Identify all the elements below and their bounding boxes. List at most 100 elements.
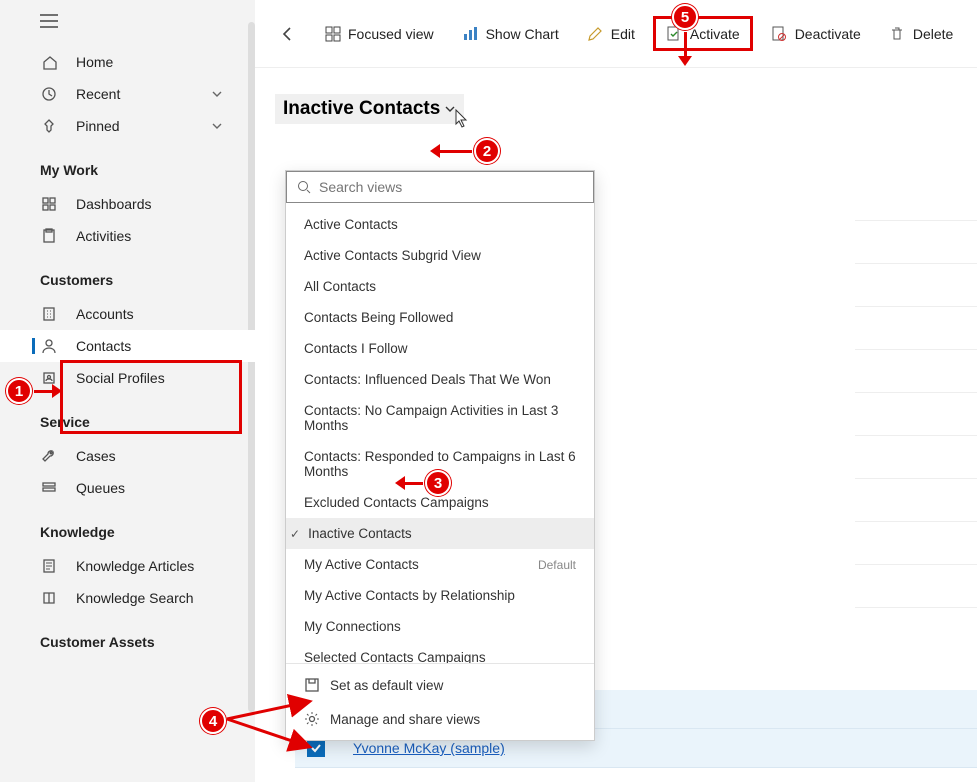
nav-label: Home bbox=[76, 54, 113, 70]
view-option-label: Contacts: No Campaign Activities in Last… bbox=[304, 403, 576, 433]
nav-social profiles[interactable]: Social Profiles bbox=[0, 362, 255, 394]
nav-recent[interactable]: Recent bbox=[0, 78, 255, 110]
nav-accounts[interactable]: Accounts bbox=[0, 298, 255, 330]
activate-label: Activate bbox=[690, 26, 740, 42]
view-option[interactable]: Selected Contacts Campaigns bbox=[286, 642, 594, 663]
view-option-label: Contacts Being Followed bbox=[304, 310, 453, 325]
doc-icon bbox=[40, 558, 58, 574]
dashboard-icon bbox=[40, 196, 58, 212]
save-icon bbox=[304, 677, 320, 693]
hamburger-menu[interactable] bbox=[0, 14, 255, 46]
back-button[interactable] bbox=[269, 19, 306, 48]
deactivate-button[interactable]: Deactivate bbox=[761, 19, 871, 48]
edit-button[interactable]: Edit bbox=[577, 19, 645, 48]
chevron-down-icon bbox=[211, 120, 223, 132]
nav-label: Activities bbox=[76, 228, 131, 244]
nav-label: Accounts bbox=[76, 306, 134, 322]
nav-label: Pinned bbox=[76, 118, 120, 134]
person-icon bbox=[40, 338, 58, 354]
search-icon bbox=[297, 180, 311, 194]
view-search[interactable] bbox=[286, 171, 594, 203]
view-option-label: Active Contacts bbox=[304, 217, 398, 232]
activate-button[interactable]: Activate bbox=[653, 16, 753, 51]
view-option[interactable]: Contacts: Influenced Deals That We Won bbox=[286, 364, 594, 395]
view-option-label: My Connections bbox=[304, 619, 401, 634]
delete-label: Delete bbox=[913, 26, 953, 42]
sidebar: Home Recent Pinned My Work Dashboards Ac… bbox=[0, 0, 255, 782]
section-customer assets: Customer Assets bbox=[0, 614, 255, 660]
deactivate-label: Deactivate bbox=[795, 26, 861, 42]
view-option-label: My Active Contacts by Relationship bbox=[304, 588, 515, 603]
view-option-label: Inactive Contacts bbox=[308, 526, 412, 541]
view-footer-label: Manage and share views bbox=[330, 712, 480, 727]
view-option[interactable]: Active Contacts Subgrid View bbox=[286, 240, 594, 271]
view-option-label: My Active Contacts bbox=[304, 557, 419, 572]
view-option[interactable]: All Contacts bbox=[286, 271, 594, 302]
view-footer-action[interactable]: Set as default view bbox=[286, 668, 594, 702]
section-my work: My Work bbox=[0, 142, 255, 188]
view-option[interactable]: Contacts I Follow bbox=[286, 333, 594, 364]
building-icon bbox=[40, 306, 58, 322]
focused-view-label: Focused view bbox=[348, 26, 434, 42]
home-icon bbox=[40, 54, 58, 70]
view-option-label: Contacts: Influenced Deals That We Won bbox=[304, 372, 551, 387]
nav-knowledge articles[interactable]: Knowledge Articles bbox=[0, 550, 255, 582]
view-option[interactable]: My Active Contacts Default bbox=[286, 549, 594, 580]
badge-icon bbox=[40, 370, 58, 386]
view-option-label: Excluded Contacts Campaigns bbox=[304, 495, 489, 510]
nav-label: Social Profiles bbox=[76, 370, 165, 386]
view-option[interactable]: Contacts: No Campaign Activities in Last… bbox=[286, 395, 594, 441]
nav-activities[interactable]: Activities bbox=[0, 220, 255, 252]
show-chart-label: Show Chart bbox=[486, 26, 559, 42]
show-chart-button[interactable]: Show Chart bbox=[452, 19, 569, 48]
view-dropdown: Active Contacts Active Contacts Subgrid … bbox=[285, 170, 595, 741]
nav-label: Knowledge Articles bbox=[76, 558, 194, 574]
section-service: Service bbox=[0, 394, 255, 440]
nav-label: Cases bbox=[76, 448, 116, 464]
view-option[interactable]: Contacts: Responded to Campaigns in Last… bbox=[286, 441, 594, 487]
view-option-label: Selected Contacts Campaigns bbox=[304, 650, 486, 663]
nav-label: Dashboards bbox=[76, 196, 152, 212]
chevron-down-icon bbox=[211, 88, 223, 100]
wrench-icon bbox=[40, 448, 58, 464]
edit-label: Edit bbox=[611, 26, 635, 42]
gear-icon bbox=[304, 711, 320, 727]
view-option-label: Active Contacts Subgrid View bbox=[304, 248, 481, 263]
command-bar: Focused view Show Chart Edit Activate De… bbox=[255, 0, 977, 68]
view-title-text: Inactive Contacts bbox=[283, 98, 440, 120]
nav-cases[interactable]: Cases bbox=[0, 440, 255, 472]
view-option[interactable]: My Connections bbox=[286, 611, 594, 642]
view-option[interactable]: My Active Contacts by Relationship bbox=[286, 580, 594, 611]
view-option-label: Contacts I Follow bbox=[304, 341, 408, 356]
grid-lines bbox=[855, 220, 977, 650]
nav-pinned[interactable]: Pinned bbox=[0, 110, 255, 142]
view-option[interactable]: Active Contacts bbox=[286, 209, 594, 240]
section-customers: Customers bbox=[0, 252, 255, 298]
delete-button[interactable]: Delete bbox=[879, 19, 963, 48]
pin-icon bbox=[40, 118, 58, 134]
nav-contacts[interactable]: Contacts bbox=[0, 330, 255, 362]
view-selector[interactable]: Inactive Contacts bbox=[275, 94, 464, 124]
nav-label: Recent bbox=[76, 86, 120, 102]
view-option-label: All Contacts bbox=[304, 279, 376, 294]
toolbar-overflow[interactable] bbox=[971, 19, 977, 48]
nav-home[interactable]: Home bbox=[0, 46, 255, 78]
view-option[interactable]: Contacts Being Followed bbox=[286, 302, 594, 333]
view-option[interactable]: Inactive Contacts bbox=[286, 518, 594, 549]
row-checkbox[interactable] bbox=[307, 739, 325, 757]
view-search-input[interactable] bbox=[319, 179, 583, 195]
view-option-label: Contacts: Responded to Campaigns in Last… bbox=[304, 449, 576, 479]
clock-icon bbox=[40, 86, 58, 102]
nav-knowledge search[interactable]: Knowledge Search bbox=[0, 582, 255, 614]
view-footer-action[interactable]: Manage and share views bbox=[286, 702, 594, 736]
nav-label: Queues bbox=[76, 480, 125, 496]
nav-label: Contacts bbox=[76, 338, 131, 354]
view-footer-label: Set as default view bbox=[330, 678, 443, 693]
focused-view-button[interactable]: Focused view bbox=[314, 19, 444, 48]
book-icon bbox=[40, 590, 58, 606]
view-option[interactable]: Excluded Contacts Campaigns bbox=[286, 487, 594, 518]
default-badge: Default bbox=[538, 558, 576, 572]
row-link[interactable]: Yvonne McKay (sample) bbox=[353, 740, 505, 756]
nav-queues[interactable]: Queues bbox=[0, 472, 255, 504]
nav-dashboards[interactable]: Dashboards bbox=[0, 188, 255, 220]
